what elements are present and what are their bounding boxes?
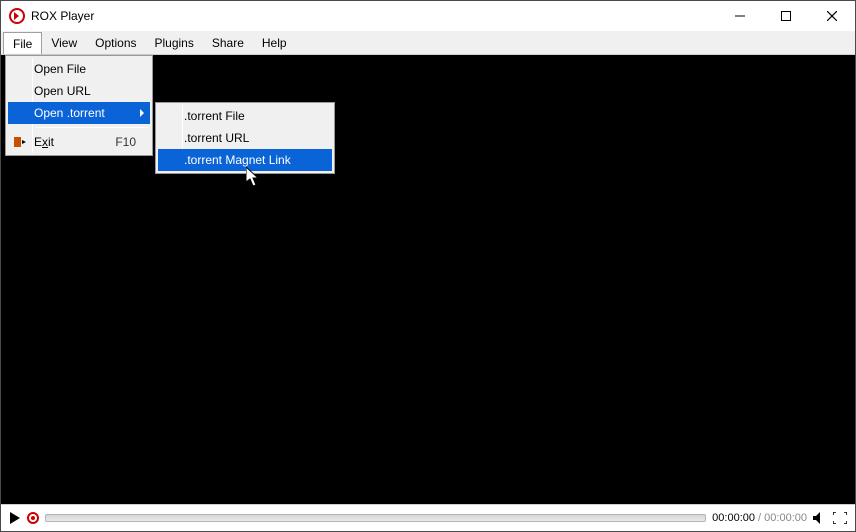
submenu-arrow-icon (140, 109, 144, 117)
menu-file[interactable]: File (3, 32, 42, 54)
menu-open-url[interactable]: Open URL (8, 80, 150, 102)
menu-exit[interactable]: Exit F10 (8, 131, 150, 153)
menu-exit-label: Exit (34, 135, 91, 149)
playback-controls: 00:00:00 / 00:00:00 (1, 504, 855, 531)
menu-help[interactable]: Help (253, 31, 296, 54)
menu-view[interactable]: View (42, 31, 86, 54)
menu-options[interactable]: Options (86, 31, 145, 54)
menu-open-file[interactable]: Open File (8, 58, 150, 80)
menu-open-torrent[interactable]: Open .torrent (8, 102, 150, 124)
submenu-torrent-magnet[interactable]: .torrent Magnet Link (158, 149, 332, 171)
play-button[interactable] (9, 512, 21, 524)
timecode: 00:00:00 / 00:00:00 (712, 512, 807, 524)
submenu-torrent-url[interactable]: .torrent URL (158, 127, 332, 149)
submenu-torrent-file[interactable]: .torrent File (158, 105, 332, 127)
menu-separator (36, 127, 148, 128)
torrent-submenu: .torrent File .torrent URL .torrent Magn… (155, 102, 335, 174)
exit-icon (8, 135, 34, 149)
minimize-button[interactable] (717, 1, 763, 31)
volume-button[interactable] (813, 512, 827, 524)
app-window: ROX Player File View Options Plugins Sha… (0, 0, 856, 532)
app-icon (9, 8, 25, 24)
elapsed-time: 00:00:00 (712, 512, 755, 524)
menu-share[interactable]: Share (203, 31, 253, 54)
record-button[interactable] (27, 512, 39, 524)
fullscreen-button[interactable] (833, 512, 847, 524)
maximize-button[interactable] (763, 1, 809, 31)
window-title: ROX Player (31, 9, 94, 23)
menu-plugins[interactable]: Plugins (146, 31, 203, 54)
file-menu-dropdown: Open File Open URL Open .torrent Exit F1… (5, 55, 153, 156)
seek-bar[interactable] (45, 514, 706, 522)
duration-time: 00:00:00 (764, 512, 807, 524)
titlebar: ROX Player (1, 1, 855, 31)
close-button[interactable] (809, 1, 855, 31)
menubar: File View Options Plugins Share Help (1, 31, 855, 55)
menu-exit-shortcut: F10 (115, 135, 136, 149)
